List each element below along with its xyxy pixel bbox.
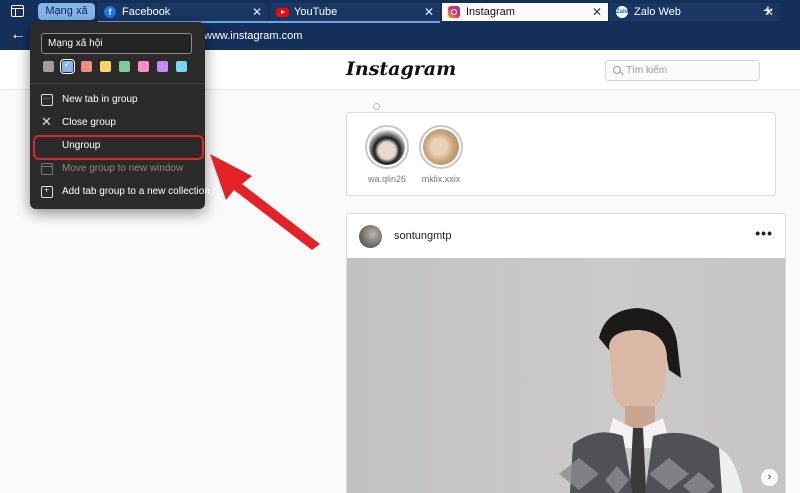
post-photo[interactable]: › bbox=[347, 258, 785, 493]
avatar[interactable] bbox=[359, 225, 382, 248]
tab-label: Zalo Web bbox=[634, 6, 681, 18]
post-header: sontungmtp ••• bbox=[347, 214, 785, 258]
close-icon[interactable]: ✕ bbox=[424, 3, 434, 21]
next-photo-button[interactable]: › bbox=[761, 469, 778, 486]
color-swatch-pink[interactable] bbox=[138, 61, 149, 72]
tab-youtube[interactable]: YouTube ✕ bbox=[270, 3, 440, 21]
close-icon[interactable]: ✕ bbox=[592, 3, 602, 21]
loading-indicator bbox=[373, 103, 380, 110]
color-swatch-purple[interactable] bbox=[157, 61, 168, 72]
search-placeholder: Tìm kiếm bbox=[626, 65, 668, 76]
tab-strip: Mạng xã hội f Facebook ✕ YouTube ✕ Insta… bbox=[0, 0, 800, 34]
more-options-icon[interactable]: ••• bbox=[755, 225, 773, 241]
color-swatch-blue[interactable]: ✓ bbox=[60, 59, 75, 74]
story-item[interactable]: mklix.xxix bbox=[411, 125, 471, 184]
tab-label: Facebook bbox=[122, 6, 171, 18]
color-swatch-grey[interactable] bbox=[43, 61, 54, 72]
close-icon[interactable]: ✕ bbox=[252, 3, 262, 21]
color-swatch-yellow[interactable] bbox=[100, 61, 111, 72]
add-collection-icon bbox=[41, 185, 53, 198]
back-arrow-icon[interactable]: ← bbox=[10, 26, 26, 44]
youtube-icon bbox=[276, 8, 289, 17]
menu-item-label: Add tab group to a new collection bbox=[62, 186, 210, 197]
instagram-icon bbox=[448, 6, 460, 18]
group-name-input[interactable] bbox=[41, 33, 192, 54]
search-icon bbox=[613, 66, 621, 74]
search-input[interactable]: Tìm kiếm bbox=[605, 60, 760, 81]
color-swatch-green[interactable] bbox=[119, 61, 130, 72]
menu-item-label: New tab in group bbox=[62, 94, 138, 105]
menu-divider bbox=[30, 83, 205, 84]
menu-item-move-group-to-new-window: Move group to new window bbox=[30, 158, 205, 180]
zalo-icon: Zalo bbox=[616, 6, 628, 18]
url-field[interactable]: www.instagram.com bbox=[204, 30, 302, 42]
story-avatar bbox=[365, 125, 409, 169]
menu-item-label: Close group bbox=[62, 117, 116, 128]
close-icon: ✕ bbox=[41, 114, 52, 129]
story-avatar bbox=[419, 125, 463, 169]
new-tab-icon bbox=[41, 92, 53, 106]
facebook-icon: f bbox=[104, 6, 116, 18]
story-username: mklix.xxix bbox=[421, 174, 461, 184]
menu-item-label: Move group to new window bbox=[62, 163, 184, 174]
tab-actions-icon[interactable] bbox=[11, 5, 24, 17]
menu-item-close-group[interactable]: ✕ Close group bbox=[30, 112, 205, 134]
tab-group-menu: ✓ New tab in group ✕ Close group Ungroup… bbox=[30, 22, 210, 209]
tab-zalo-web[interactable]: Zalo Zalo Web ✕ bbox=[610, 3, 780, 21]
highlight-box bbox=[33, 135, 204, 160]
tab-label: YouTube bbox=[294, 6, 338, 18]
annotation-arrow-icon bbox=[210, 154, 320, 250]
color-swatch-red[interactable] bbox=[81, 61, 92, 72]
post-photo-person bbox=[559, 308, 743, 493]
menu-item-add-to-collection[interactable]: Add tab group to a new collection bbox=[30, 181, 210, 203]
instagram-logo[interactable]: Instagram bbox=[346, 58, 456, 80]
color-swatch-cyan[interactable] bbox=[176, 61, 187, 72]
feed-post: sontungmtp ••• › bbox=[346, 213, 786, 493]
tab-facebook[interactable]: f Facebook ✕ bbox=[98, 3, 268, 21]
story-item[interactable]: wa.qlin26 bbox=[357, 125, 417, 184]
checkmark-icon: ✓ bbox=[63, 59, 72, 69]
tab-label: Instagram bbox=[466, 6, 515, 18]
tab-group-chip[interactable]: Mạng xã hội bbox=[38, 3, 95, 34]
window-icon bbox=[41, 163, 53, 175]
stories-tray: wa.qlin26 mklix.xxix bbox=[346, 112, 776, 196]
menu-item-new-tab-in-group[interactable]: New tab in group bbox=[30, 89, 205, 111]
post-username[interactable]: sontungmtp bbox=[394, 230, 451, 242]
story-username: wa.qlin26 bbox=[367, 174, 407, 184]
tab-instagram[interactable]: Instagram ✕ bbox=[442, 3, 608, 21]
new-tab-button[interactable]: + bbox=[763, 1, 773, 21]
